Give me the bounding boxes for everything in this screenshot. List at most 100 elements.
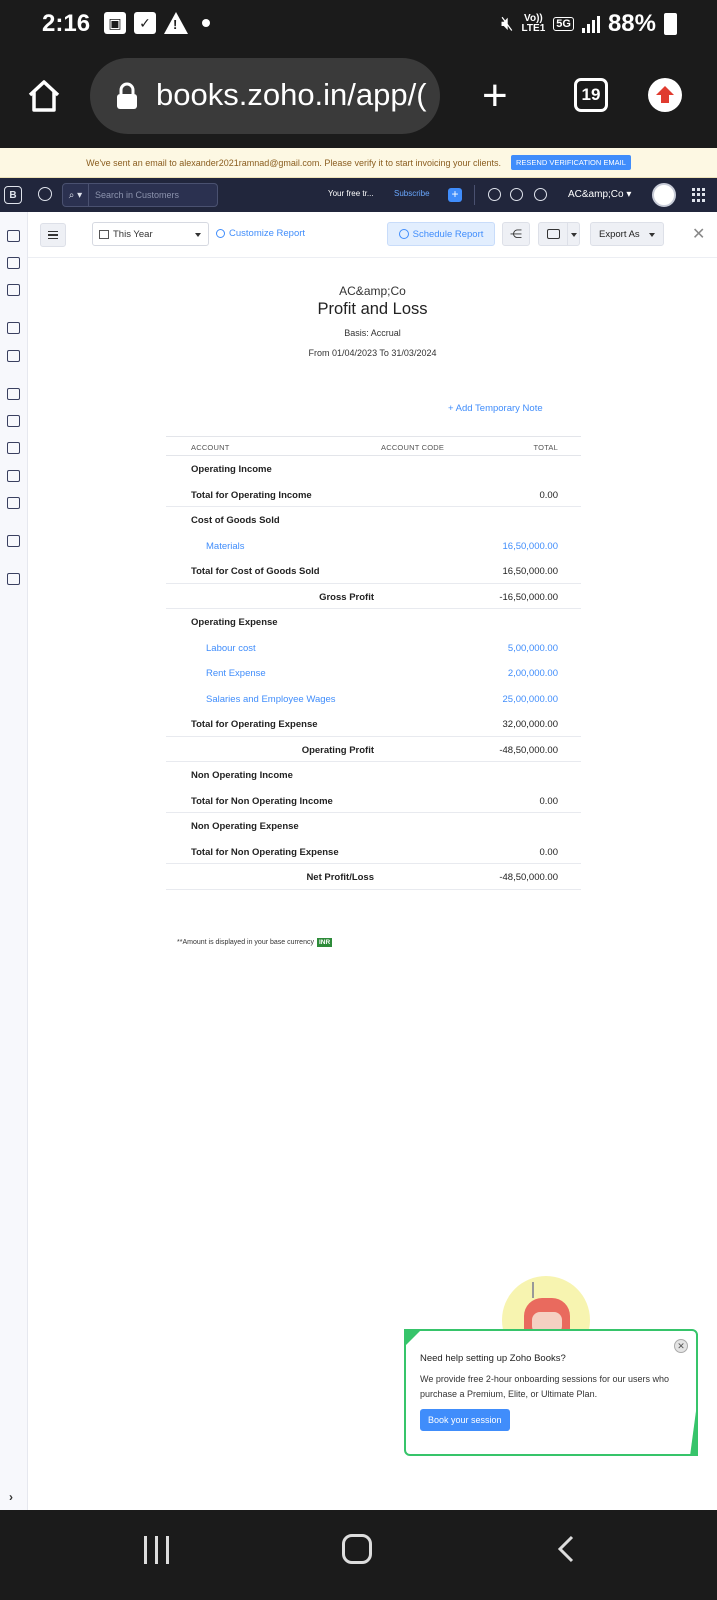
status-bar: 2:16 ▣ ✓ ! 🔇︎ Vo)) LTE1 5G 88% <box>0 0 717 48</box>
column-account-code: ACCOUNT CODE <box>381 443 445 452</box>
new-tab-icon[interactable]: + <box>482 74 508 118</box>
table-row[interactable]: Rent Expense 2,00,000.00 <box>166 660 581 686</box>
battery-percentage: 88% <box>607 10 656 37</box>
popup-title: Need help setting up Zoho Books? <box>420 1353 566 1364</box>
chevron-down-icon[interactable] <box>571 233 577 237</box>
table-row[interactable]: Materials 16,50,000.00 <box>166 533 581 559</box>
row-label: Total for Operating Income <box>191 489 312 501</box>
table-row: Total for Operating Income 0.00 <box>166 482 581 507</box>
table-row: Gross Profit -16,50,000.00 <box>166 584 581 609</box>
customize-report-link[interactable]: Customize Report <box>216 228 305 239</box>
notification-icons: ▣ ✓ ! <box>104 12 210 34</box>
report-org-name: AC&amp;Co <box>339 284 406 298</box>
row-amount[interactable]: 25,00,000.00 <box>503 694 558 705</box>
onboarding-help-popup: ✕ Need help setting up Zoho Books? We pr… <box>404 1329 698 1456</box>
refer-icon[interactable] <box>488 188 501 201</box>
sidebar-purchases-icon[interactable] <box>7 350 20 362</box>
table-row: Total for Operating Expense 32,00,000.00 <box>166 711 581 737</box>
table-row: Total for Non Operating Income 0.00 <box>166 788 581 813</box>
sidebar-sales-icon[interactable] <box>7 322 20 334</box>
row-label: Total for Cost of Goods Sold <box>191 566 320 577</box>
table-row: Operating Income <box>166 456 581 482</box>
add-temporary-note-link[interactable]: + Add Temporary Note <box>448 403 543 414</box>
lock-icon <box>117 82 137 109</box>
row-label: Operating Income <box>191 464 272 475</box>
tab-switcher-button[interactable]: 19 <box>574 78 608 112</box>
notifications-bell-icon[interactable] <box>510 188 523 201</box>
popup-body: We provide free 2-hour onboarding sessio… <box>420 1374 669 1399</box>
row-label[interactable]: Salaries and Employee Wages <box>206 694 336 705</box>
sidebar-reports-icon[interactable] <box>7 497 20 509</box>
avatar[interactable] <box>652 183 676 207</box>
table-row: Cost of Goods Sold <box>166 507 581 533</box>
row-amount: 0.00 <box>539 489 559 501</box>
sidebar-time-tracking-icon[interactable] <box>7 388 20 400</box>
share-icon[interactable]: ⋲ <box>502 222 530 246</box>
close-icon[interactable]: ✕ <box>674 1339 688 1353</box>
row-label[interactable]: Materials <box>206 541 245 552</box>
close-icon[interactable]: ✕ <box>692 224 705 244</box>
settings-gear-icon[interactable] <box>534 188 547 201</box>
sidebar-expand-icon[interactable]: › <box>9 1490 13 1504</box>
row-amount[interactable]: 5,00,000.00 <box>508 643 558 654</box>
table-row[interactable]: Labour cost 5,00,000.00 <box>166 635 581 661</box>
row-amount: 0.00 <box>539 846 559 858</box>
recent-apps-button[interactable] <box>144 1536 169 1564</box>
home-button[interactable] <box>342 1534 372 1564</box>
sidebar-eway-bills-icon[interactable] <box>7 415 20 427</box>
report-table: ACCOUNT ACCOUNT CODE TOTAL Operating Inc… <box>166 436 581 890</box>
update-icon[interactable] <box>648 78 682 112</box>
row-amount: -48,50,000.00 <box>499 872 558 883</box>
search-input[interactable]: Search in Customers <box>89 190 179 200</box>
sidebar-home-icon[interactable] <box>7 230 20 242</box>
divider <box>474 185 475 205</box>
row-label[interactable]: Rent Expense <box>206 668 266 679</box>
recent-activity-icon[interactable] <box>38 187 52 201</box>
row-amount[interactable]: 16,50,000.00 <box>503 541 558 552</box>
home-icon[interactable] <box>26 78 62 114</box>
schedule-report-button[interactable]: Schedule Report <box>387 222 495 246</box>
print-button[interactable] <box>538 222 580 246</box>
battery-icon <box>664 13 677 35</box>
printer-icon <box>547 229 560 239</box>
clock-icon <box>398 229 409 239</box>
app-launcher-icon[interactable] <box>692 188 706 202</box>
row-label[interactable]: Labour cost <box>206 643 256 654</box>
sidebar-items-icon[interactable] <box>7 257 20 269</box>
search-icon[interactable]: ⌕ ▾ <box>63 184 89 206</box>
row-amount[interactable]: 2,00,000.00 <box>508 668 558 679</box>
table-row: Operating Profit -48,50,000.00 <box>166 737 581 762</box>
browser-toolbar: books.zoho.in/app/( + 19 <box>0 48 717 148</box>
book-session-button[interactable]: Book your session <box>420 1409 510 1431</box>
export-as-button[interactable]: Export As <box>590 222 664 246</box>
column-account: ACCOUNT <box>191 443 230 452</box>
zoho-books-logo-icon[interactable]: B <box>4 186 22 204</box>
currency-badge: INR <box>316 938 333 947</box>
row-label: Cost of Goods Sold <box>191 515 280 526</box>
subscribe-link[interactable]: Subscribe <box>394 189 430 198</box>
status-time: 2:16 <box>42 10 91 37</box>
row-label: Non Operating Expense <box>191 821 299 832</box>
quick-create-button[interactable]: + <box>448 188 462 202</box>
customize-gear-icon <box>216 229 225 238</box>
page-content: We've sent an email to alexander2021ramn… <box>0 148 717 1510</box>
search-box[interactable]: ⌕ ▾ Search in Customers <box>62 183 218 207</box>
gallery-icon: ▣ <box>104 12 126 34</box>
back-button[interactable] <box>552 1534 582 1564</box>
more-notifications-icon <box>202 19 210 27</box>
trial-text: Your free tr... <box>328 189 374 198</box>
resend-verification-button[interactable]: RESEND VERIFICATION EMAIL <box>511 155 631 170</box>
sidebar-banking-icon[interactable] <box>7 284 20 296</box>
checkbox-icon: ✓ <box>134 12 156 34</box>
period-select[interactable]: This Year <box>92 222 209 246</box>
organization-switcher[interactable]: AC&amp;Co ▾ <box>568 189 631 200</box>
system-navigation-bar <box>0 1510 717 1600</box>
address-bar[interactable]: books.zoho.in/app/( <box>90 58 440 134</box>
table-row[interactable]: Salaries and Employee Wages 25,00,000.00 <box>166 686 581 712</box>
sidebar-accountant-icon[interactable] <box>7 470 20 482</box>
sidebar-gst-filing-icon[interactable] <box>7 442 20 454</box>
sidebar-apps-icon[interactable] <box>7 573 20 585</box>
menu-icon[interactable] <box>40 223 66 247</box>
sidebar-documents-icon[interactable] <box>7 535 20 547</box>
table-row: Non Operating Expense <box>166 813 581 839</box>
